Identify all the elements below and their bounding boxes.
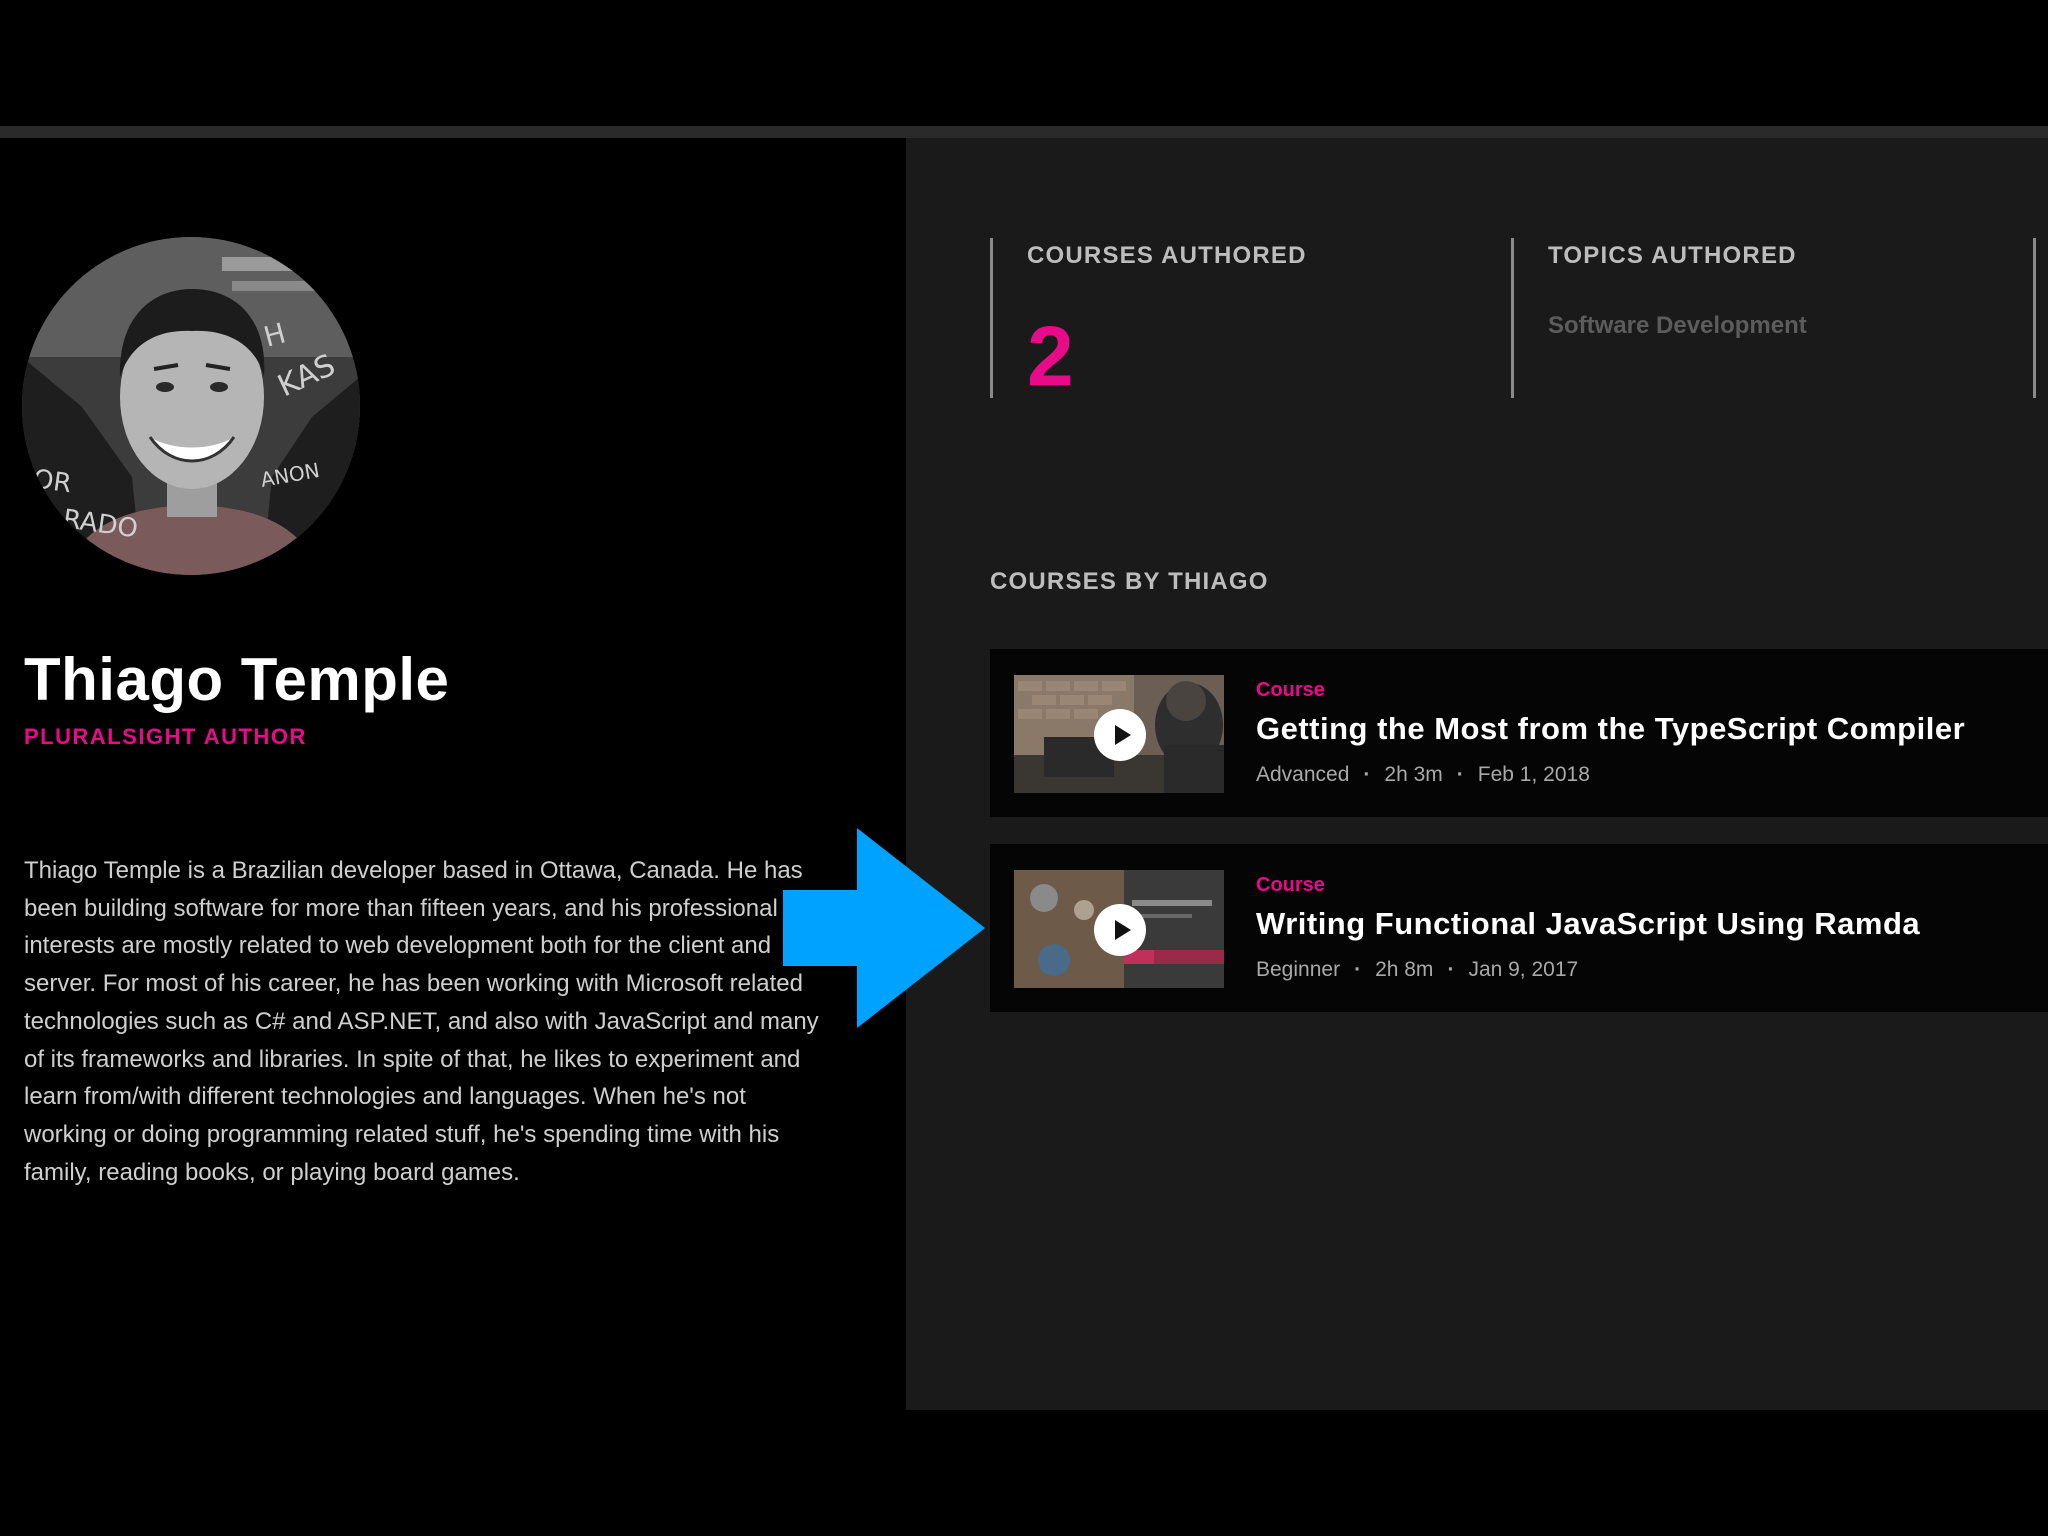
course-duration: 2h 3m bbox=[1384, 763, 1443, 786]
author-avatar: OR RADO KAS H ANON bbox=[22, 237, 360, 575]
courses-authored-label: COURSES AUTHORED bbox=[1027, 242, 1307, 269]
author-profile-page: OR RADO KAS H ANON Thiago Temple PLURALS… bbox=[0, 0, 2048, 1536]
stat-divider bbox=[2033, 238, 2036, 398]
top-divider bbox=[0, 126, 2048, 138]
author-name: Thiago Temple bbox=[24, 646, 450, 713]
play-icon[interactable] bbox=[1094, 904, 1146, 956]
author-bio: Thiago Temple is a Brazilian developer b… bbox=[24, 857, 819, 1186]
stat-divider bbox=[990, 238, 993, 398]
course-title-link[interactable]: Writing Functional JavaScript Using Ramd… bbox=[1256, 906, 1920, 942]
course-meta: Beginner · 2h 8m · Jan 9, 2017 bbox=[1256, 958, 1578, 982]
course-date: Jan 9, 2017 bbox=[1468, 958, 1579, 981]
course-thumbnail[interactable] bbox=[1014, 675, 1224, 793]
top-bar bbox=[0, 0, 2048, 126]
courses-authored-count: 2 bbox=[1027, 309, 1074, 403]
meta-separator: · bbox=[1447, 958, 1455, 981]
course-thumbnail[interactable] bbox=[1014, 870, 1224, 988]
course-date: Feb 1, 2018 bbox=[1477, 763, 1590, 786]
course-duration: 2h 8m bbox=[1375, 958, 1434, 981]
course-card[interactable]: Course Writing Functional JavaScript Usi… bbox=[990, 844, 2048, 1012]
course-kind: Course bbox=[1256, 679, 1325, 701]
meta-separator: · bbox=[1363, 763, 1371, 786]
course-card[interactable]: Course Getting the Most from the TypeScr… bbox=[990, 649, 2048, 817]
course-level: Beginner bbox=[1256, 958, 1341, 981]
courses-section-title: COURSES BY THIAGO bbox=[990, 568, 1269, 595]
meta-separator: · bbox=[1354, 958, 1362, 981]
course-kind: Course bbox=[1256, 874, 1325, 896]
play-icon[interactable] bbox=[1094, 709, 1146, 761]
stat-divider bbox=[1511, 238, 1514, 398]
course-meta: Advanced · 2h 3m · Feb 1, 2018 bbox=[1256, 763, 1590, 787]
author-role: PLURALSIGHT AUTHOR bbox=[24, 724, 307, 749]
topic-link-software-development[interactable]: Software Development bbox=[1548, 312, 1807, 340]
course-level: Advanced bbox=[1256, 763, 1350, 786]
topics-authored-label: TOPICS AUTHORED bbox=[1548, 242, 1797, 269]
arrow-right-icon bbox=[783, 828, 985, 1033]
meta-separator: · bbox=[1456, 763, 1464, 786]
course-title-link[interactable]: Getting the Most from the TypeScript Com… bbox=[1256, 711, 1965, 747]
